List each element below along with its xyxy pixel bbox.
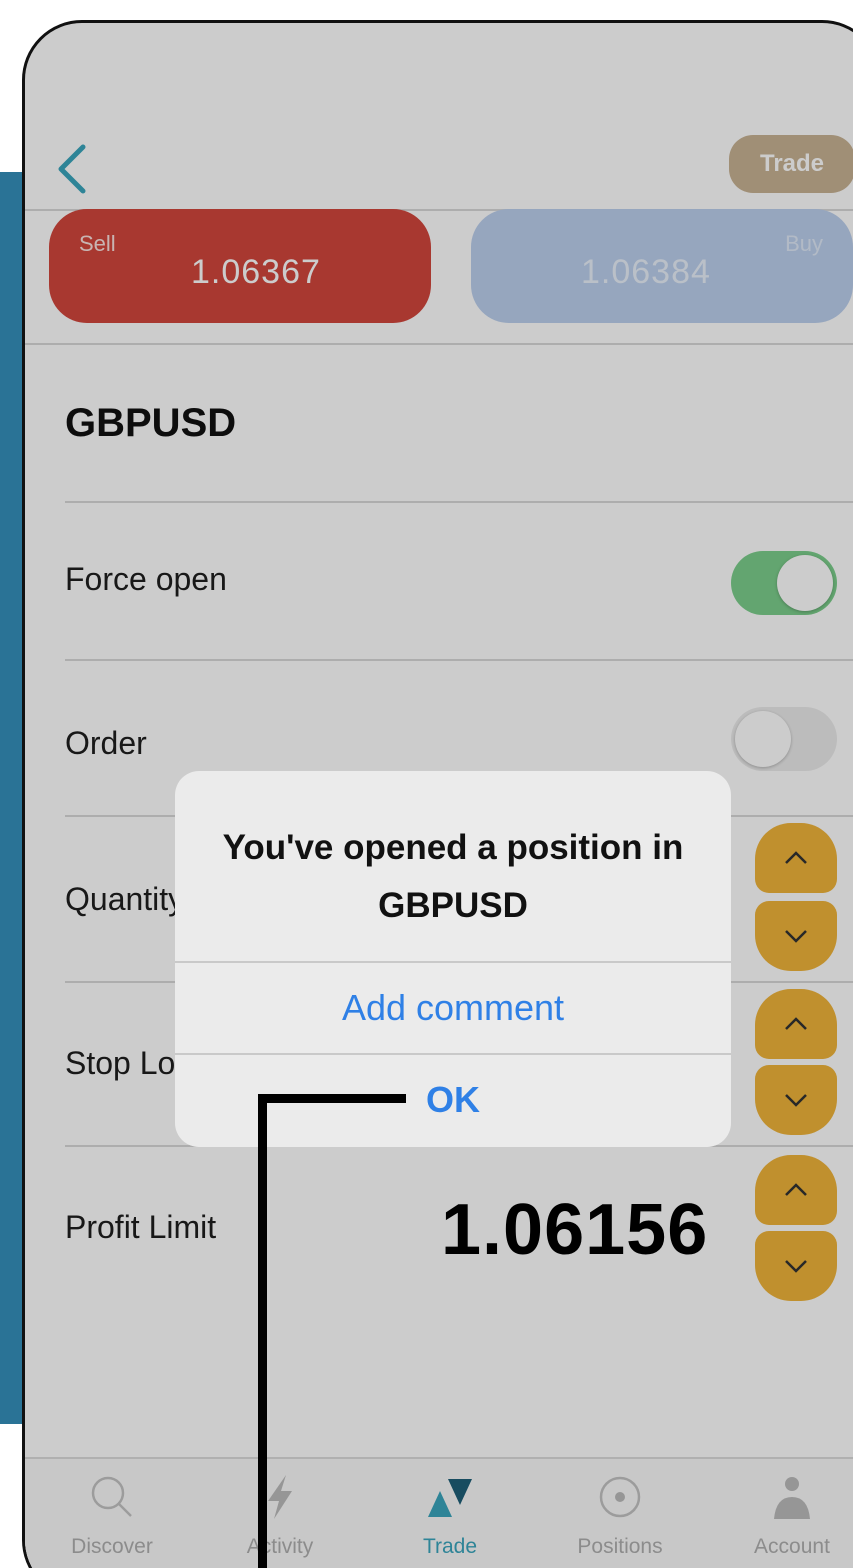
callout-line	[258, 1094, 406, 1103]
phone-frame: Trade Sell 1.06367 Buy 1.06384 GBPUSD Fo…	[22, 20, 853, 1568]
add-comment-button[interactable]: Add comment	[175, 963, 731, 1053]
alert-message: You've opened a position in GBPUSD	[222, 828, 684, 925]
trade-screen: Trade Sell 1.06367 Buy 1.06384 GBPUSD Fo…	[25, 23, 853, 1568]
callout-line	[258, 1094, 267, 1568]
position-opened-alert: You've opened a position in GBPUSD Add c…	[175, 771, 731, 1147]
